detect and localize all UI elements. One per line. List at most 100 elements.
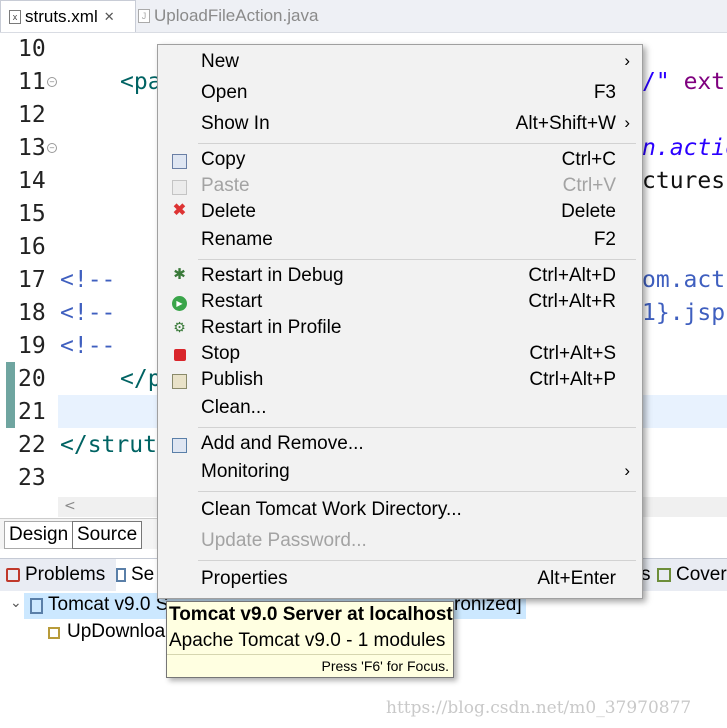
- menu-item-restart-profile[interactable]: ⚙ Restart in Profile: [158, 316, 642, 342]
- menu-item-label: Show In: [201, 113, 270, 134]
- menu-item-label: Restart in Debug: [201, 265, 344, 286]
- menu-item-label: Restart in Profile: [201, 317, 342, 338]
- menu-item-label: New: [201, 51, 240, 72]
- menu-item-rename[interactable]: Rename F2: [158, 228, 642, 254]
- line-number: 15: [18, 201, 46, 227]
- line-number: 16: [18, 234, 46, 260]
- code-fragment: /" ext: [642, 69, 726, 95]
- context-menu: New › Open F3 Show In Alt+Shift+W › Copy…: [157, 44, 643, 599]
- menu-item-label: Delete: [201, 201, 256, 222]
- delete-icon: ✖: [172, 202, 187, 219]
- tab-label: Problems: [25, 564, 106, 585]
- tab-label: Cover: [676, 564, 727, 585]
- paste-icon: [172, 180, 187, 195]
- menu-item-clean-tomcat-work-directory[interactable]: Clean Tomcat Work Directory...: [158, 498, 642, 524]
- code-fragment: n.actio: [642, 135, 727, 161]
- menu-separator: [198, 491, 636, 492]
- menu-item-new[interactable]: New ›: [158, 50, 642, 76]
- server-tree-item[interactable]: Tomcat v9.0 S: [48, 594, 168, 616]
- coverage-icon: [657, 568, 671, 582]
- menu-item-delete[interactable]: ✖ Delete Delete: [158, 200, 642, 226]
- code-fragment: 1}.jsp: [642, 300, 726, 326]
- add-remove-icon: [172, 438, 187, 453]
- menu-item-shortcut: Alt+Enter: [537, 568, 616, 589]
- submenu-arrow-icon: ›: [624, 113, 630, 132]
- tab-problems[interactable]: Problems: [6, 559, 105, 591]
- code-fragment: <!--: [60, 300, 116, 326]
- tab-struts-xml[interactable]: x struts.xml ✕: [0, 0, 136, 32]
- line-number: 10: [18, 36, 46, 62]
- menu-item-show-in[interactable]: Show In Alt+Shift+W ›: [158, 112, 642, 138]
- menu-item-label: Paste: [201, 175, 250, 196]
- menu-separator: [198, 427, 636, 428]
- server-icon: [30, 598, 43, 614]
- code-fragment: <!--: [60, 333, 116, 359]
- editor-tab-bar: x struts.xml ✕ J UploadFileAction.java: [0, 0, 727, 33]
- xml-file-icon: x: [9, 9, 21, 24]
- copy-icon: [172, 154, 187, 169]
- code-fragment: </p: [120, 366, 162, 392]
- tooltip-focus-hint: Press 'F6' for Focus.: [167, 654, 451, 676]
- menu-item-label: Clean Tomcat Work Directory...: [201, 499, 462, 520]
- problems-icon: [6, 568, 20, 582]
- menu-item-restart[interactable]: ▶ Restart Ctrl+Alt+R: [158, 290, 642, 316]
- publish-icon: [172, 374, 187, 389]
- fold-toggle-icon[interactable]: −: [47, 143, 57, 153]
- menu-item-stop[interactable]: Stop Ctrl+Alt+S: [158, 342, 642, 368]
- scroll-left-icon[interactable]: <: [64, 498, 76, 514]
- menu-item-publish[interactable]: Publish Ctrl+Alt+P: [158, 368, 642, 394]
- menu-separator: [198, 560, 636, 561]
- fold-toggle-icon[interactable]: −: [47, 77, 57, 87]
- menu-item-label: Copy: [201, 149, 246, 170]
- module-tree-item[interactable]: UpDownloa: [67, 621, 165, 643]
- tooltip-subtitle: Apache Tomcat v9.0 - 1 modules: [169, 630, 446, 651]
- tab-upload-file-action[interactable]: J UploadFileAction.java: [138, 0, 318, 32]
- menu-item-restart-debug[interactable]: ✱ Restart in Debug Ctrl+Alt+D: [158, 264, 642, 290]
- close-icon[interactable]: ✕: [104, 9, 115, 25]
- menu-item-label: Restart: [201, 291, 263, 312]
- expand-chevron-icon[interactable]: ⌄: [10, 594, 22, 611]
- tooltip-title: Tomcat v9.0 Server at localhost: [169, 604, 453, 625]
- menu-item-label: Open: [201, 82, 248, 103]
- tab-label: UploadFileAction.java: [154, 6, 319, 25]
- line-number: 23: [18, 465, 46, 491]
- menu-item-open[interactable]: Open F3: [158, 81, 642, 107]
- run-icon: ▶: [172, 296, 187, 311]
- menu-item-monitoring[interactable]: Monitoring ›: [158, 460, 642, 486]
- code-fragment: <pa: [120, 69, 162, 95]
- menu-item-shortcut: Ctrl+V: [562, 175, 616, 196]
- menu-item-update-password[interactable]: Update Password...: [158, 529, 642, 555]
- menu-item-add-remove[interactable]: Add and Remove...: [158, 432, 642, 458]
- code-fragment: ctures: [642, 168, 726, 194]
- code-fragment: <!--: [60, 267, 116, 293]
- tab-source[interactable]: Source: [72, 521, 143, 549]
- menu-item-shortcut: Ctrl+Alt+P: [529, 369, 616, 390]
- line-number: 17: [18, 267, 46, 293]
- line-number: 12: [18, 102, 46, 128]
- line-number: 21: [18, 399, 46, 425]
- line-number: 22: [18, 432, 46, 458]
- java-file-icon: J: [138, 9, 150, 23]
- tab-label: struts.xml: [25, 6, 98, 26]
- menu-item-paste[interactable]: Paste Ctrl+V: [158, 174, 642, 200]
- menu-item-clean[interactable]: Clean...: [158, 396, 642, 422]
- code-fragment: om.acti: [642, 267, 727, 293]
- menu-item-shortcut: Ctrl+Alt+R: [528, 291, 616, 312]
- menu-item-shortcut: Delete: [561, 201, 616, 222]
- menu-item-label: Update Password...: [201, 530, 367, 551]
- tab-design[interactable]: Design: [4, 521, 74, 549]
- menu-item-copy[interactable]: Copy Ctrl+C: [158, 148, 642, 174]
- tab-servers[interactable]: Se: [116, 559, 158, 591]
- module-icon: [48, 627, 60, 639]
- code-fragment: </strut: [60, 432, 157, 458]
- tab-coverage[interactable]: Cover: [657, 559, 727, 591]
- menu-item-properties[interactable]: Properties Alt+Enter: [158, 567, 642, 593]
- menu-item-label: Clean...: [201, 397, 267, 418]
- server-tooltip: Tomcat v9.0 Server at localhost Apache T…: [166, 601, 454, 678]
- tab-label: Se: [131, 564, 155, 585]
- menu-item-label: Stop: [201, 343, 241, 364]
- line-number: 14: [18, 168, 46, 194]
- profile-icon: ⚙: [173, 319, 186, 335]
- line-number: 20: [18, 366, 46, 392]
- menu-item-shortcut: Ctrl+Alt+S: [529, 343, 616, 364]
